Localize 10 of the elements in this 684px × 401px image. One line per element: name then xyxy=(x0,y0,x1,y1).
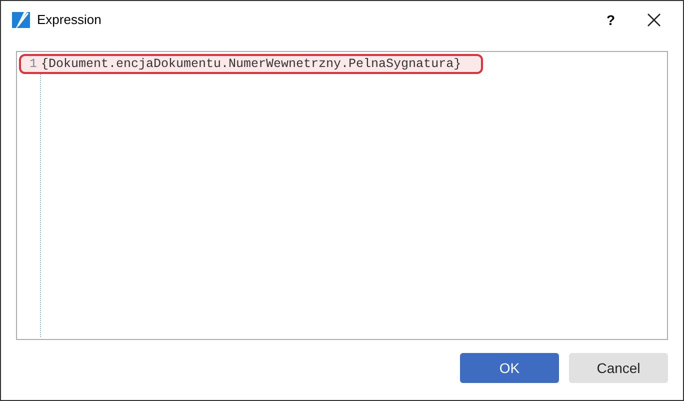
expression-editor[interactable]: 1 {Dokument.encjaDokumentu.NumerWewnetrzny.PelnaSygnatura} xyxy=(16,51,668,340)
window-title: Expression xyxy=(37,11,102,30)
code-text: {Dokument.encjaDokumentu.NumerWewnetrzny.PelnaSygnatura} xyxy=(41,56,462,73)
help-button[interactable]: ? xyxy=(600,10,621,30)
ok-button[interactable]: OK xyxy=(460,353,559,383)
app-logo-icon xyxy=(11,10,31,30)
line-number: 1 xyxy=(28,56,37,73)
cancel-button[interactable]: Cancel xyxy=(569,353,668,383)
close-button[interactable] xyxy=(645,11,663,29)
close-icon xyxy=(647,13,661,27)
